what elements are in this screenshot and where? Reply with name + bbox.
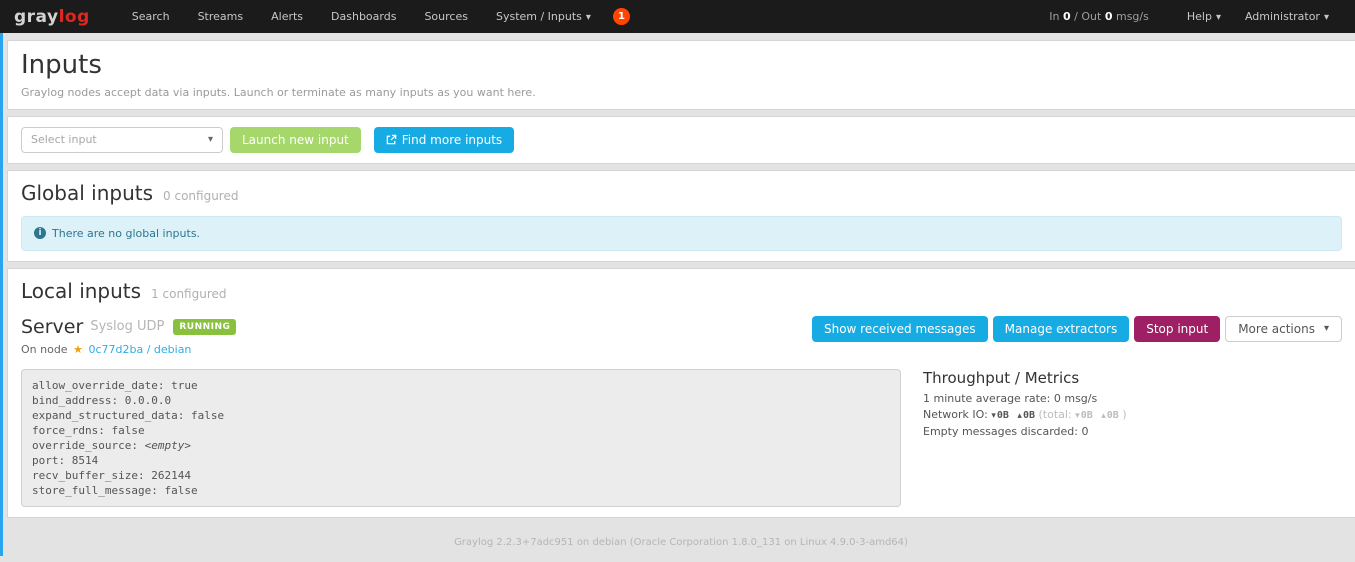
input-type: Syslog UDP — [90, 319, 164, 334]
external-link-icon — [386, 134, 397, 145]
config-line: override_source: <empty> — [32, 438, 890, 453]
global-inputs-card: Global inputs 0 configured i There are n… — [7, 170, 1355, 262]
nav-item-search[interactable]: Search — [118, 1, 184, 32]
page-header-card: Inputs Graylog nodes accept data via inp… — [7, 40, 1355, 110]
nav-item-alerts[interactable]: Alerts — [257, 1, 317, 32]
on-node-line: On node ★ 0c77d2ba / debian — [21, 343, 236, 356]
main-nav: SearchStreamsAlertsDashboardsSourcesSyst… — [118, 1, 605, 32]
global-inputs-count: 0 configured — [163, 189, 238, 203]
notification-badge[interactable]: 1 — [613, 8, 630, 25]
nav-item-dashboards[interactable]: Dashboards — [317, 1, 410, 32]
global-inputs-title: Global inputs — [21, 181, 153, 205]
caret-up-icon — [1012, 408, 1023, 421]
input-actions: Show received messages Manage extractors… — [812, 316, 1342, 342]
user-menu[interactable]: Administrator — [1233, 1, 1341, 32]
config-line: allow_override_date: true — [32, 378, 890, 393]
local-inputs-count: 1 configured — [151, 287, 226, 301]
input-title-block: Server Syslog UDP RUNNING On node ★ 0c77… — [21, 316, 236, 356]
nav-item-streams[interactable]: Streams — [184, 1, 258, 32]
help-menu[interactable]: Help — [1175, 1, 1233, 32]
config-line: recv_buffer_size: 262144 — [32, 468, 890, 483]
metrics-network-total: (total: 0B 0B ) — [1039, 408, 1127, 421]
no-global-inputs-alert: i There are no global inputs. — [21, 216, 1342, 251]
left-edge-strip — [0, 33, 3, 556]
select-input-placeholder: Select input — [31, 133, 97, 146]
graylog-logo[interactable]: graylog — [14, 7, 90, 27]
input-config-well: allow_override_date: truebind_address: 0… — [21, 369, 901, 507]
navbar-right: In 0 / Out 0 msg/s Help Administrator — [1049, 1, 1341, 32]
top-navbar: graylog SearchStreamsAlertsDashboardsSou… — [0, 0, 1355, 33]
select-input-dropdown[interactable]: Select input ▾ — [21, 127, 223, 153]
show-received-messages-button[interactable]: Show received messages — [812, 316, 988, 342]
content: Inputs Graylog nodes accept data via inp… — [0, 33, 1355, 561]
throughput-metrics: Throughput / Metrics 1 minute average ra… — [923, 369, 1127, 440]
manage-extractors-button[interactable]: Manage extractors — [993, 316, 1130, 342]
find-more-inputs-button[interactable]: Find more inputs — [374, 127, 514, 153]
config-line: bind_address: 0.0.0.0 — [32, 393, 890, 408]
config-line: store_full_message: false — [32, 483, 890, 498]
page-title: Inputs — [21, 51, 1342, 81]
metrics-title: Throughput / Metrics — [923, 369, 1127, 387]
caret-up-icon — [1096, 408, 1107, 421]
more-actions-button[interactable]: More actions — [1225, 316, 1342, 342]
page-footer: Graylog 2.2.3+7adc951 on debian (Oracle … — [7, 524, 1355, 561]
config-line: force_rdns: false — [32, 423, 890, 438]
page-description: Graylog nodes accept data via inputs. La… — [21, 86, 1342, 99]
node-link[interactable]: 0c77d2ba / debian — [88, 343, 191, 356]
nav-item-sources[interactable]: Sources — [410, 1, 482, 32]
chevron-down-icon: ▾ — [208, 134, 213, 145]
config-line: port: 8514 — [32, 453, 890, 468]
stop-input-button[interactable]: Stop input — [1134, 316, 1220, 342]
input-name: Server — [21, 316, 83, 338]
config-line: expand_structured_data: false — [32, 408, 890, 423]
input-launcher-card: Select input ▾ Launch new input Find mor… — [7, 116, 1355, 164]
local-inputs-title: Local inputs — [21, 279, 141, 303]
launch-new-input-button[interactable]: Launch new input — [230, 127, 361, 153]
global-throughput: In 0 / Out 0 msg/s — [1049, 10, 1149, 23]
local-inputs-card: Local inputs 1 configured Server Syslog … — [7, 268, 1355, 518]
info-icon: i — [34, 227, 46, 239]
metrics-network-io: Network IO: 0B 0B (total: 0B 0B ) — [923, 407, 1127, 424]
metrics-rate: 1 minute average rate: 0 msg/s — [923, 391, 1127, 407]
star-icon: ★ — [73, 343, 83, 356]
nav-item-system-inputs[interactable]: System / Inputs — [482, 1, 605, 32]
metrics-empty-discarded: Empty messages discarded: 0 — [923, 424, 1127, 440]
status-badge: RUNNING — [173, 319, 236, 335]
